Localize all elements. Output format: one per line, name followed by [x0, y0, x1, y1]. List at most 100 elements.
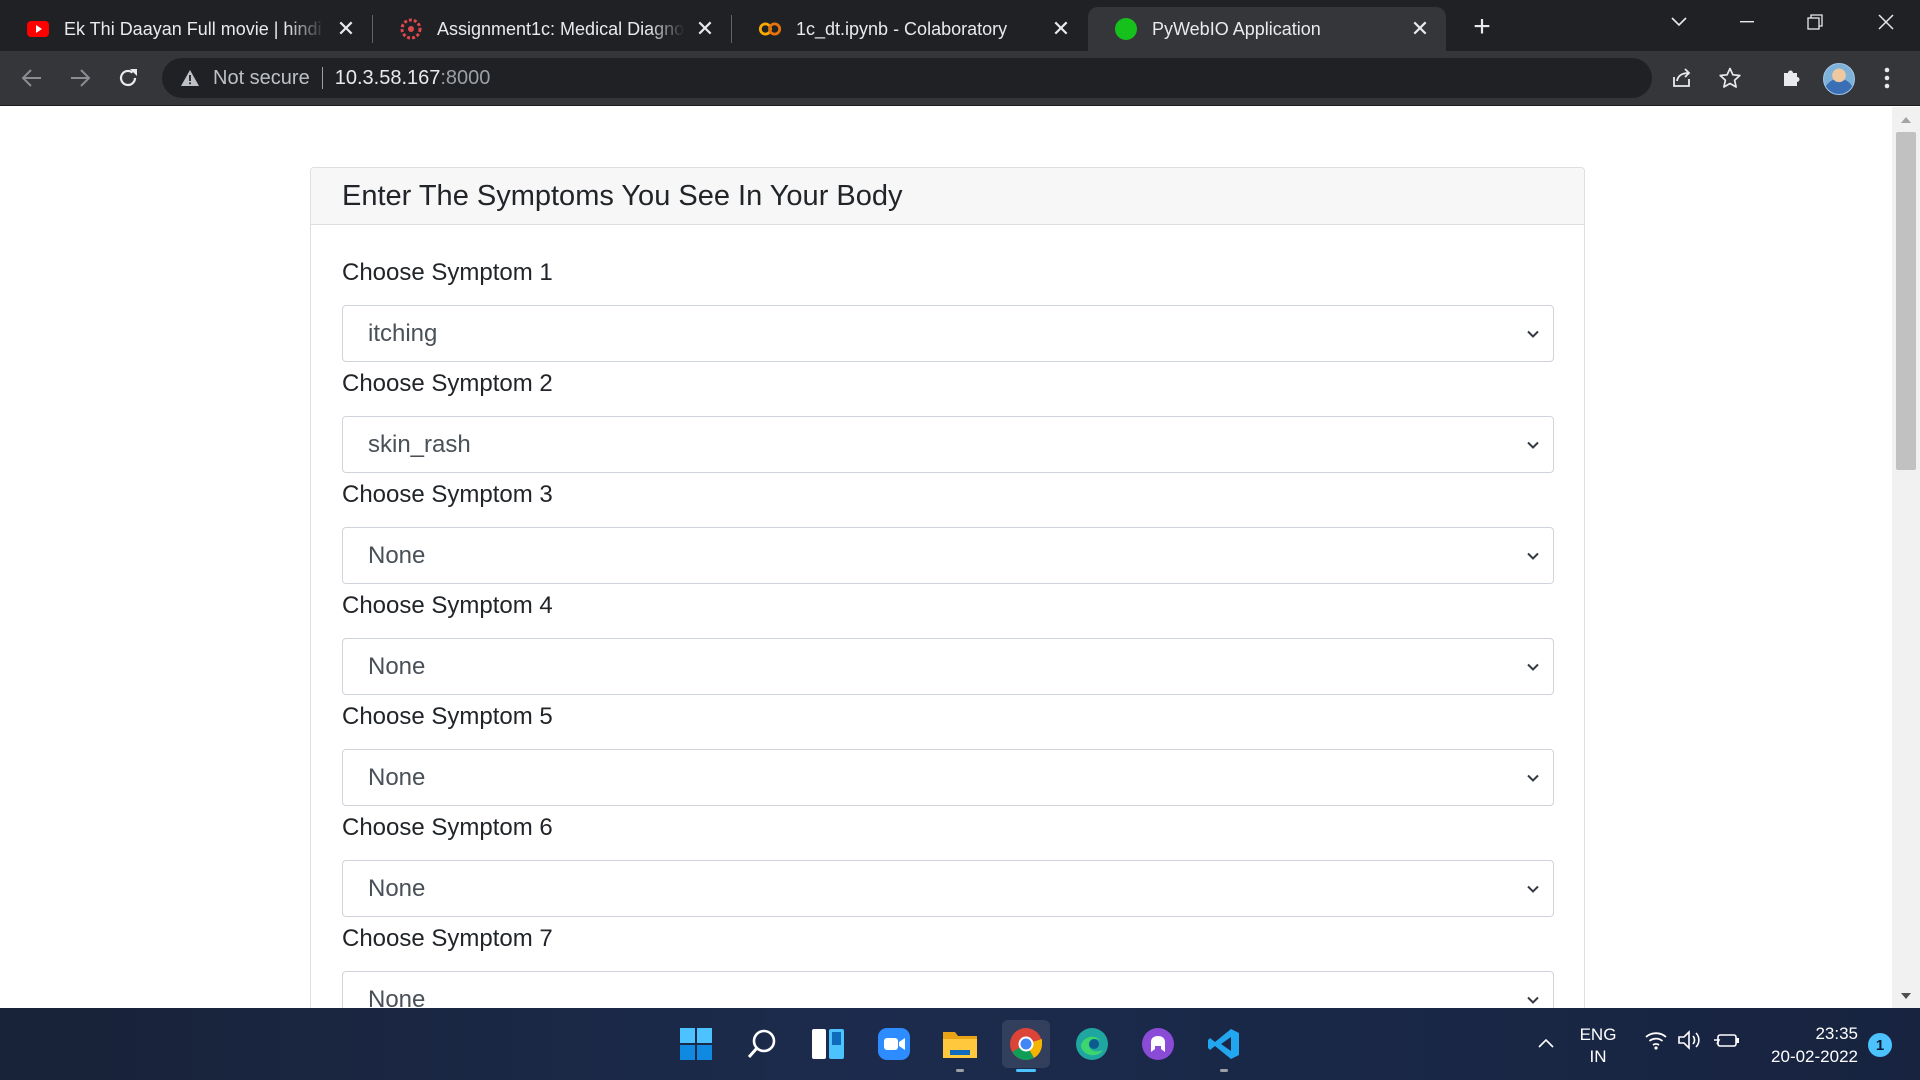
kebab-menu-icon [1884, 67, 1890, 89]
tab-assignment[interactable]: Assignment1c: Medical Diagnosis ✕ [373, 7, 731, 51]
zoom-app-button[interactable] [870, 1020, 918, 1068]
tab-title: Ek Thi Daayan Full movie | hindi Hor [64, 18, 326, 39]
start-button[interactable] [672, 1020, 720, 1068]
reload-button[interactable] [110, 60, 146, 96]
extensions-button[interactable] [1773, 60, 1809, 96]
symptom-3-select[interactable]: None [342, 527, 1554, 584]
github-desktop-button[interactable] [1134, 1020, 1182, 1068]
symptom-field-3: Choose Symptom 3 None [342, 479, 1554, 584]
running-indicator [1220, 1069, 1228, 1072]
close-tab-icon[interactable]: ✕ [693, 16, 717, 41]
forward-button[interactable] [62, 60, 98, 96]
widgets-button[interactable] [804, 1020, 852, 1068]
tab-youtube[interactable]: Ek Thi Daayan Full movie | hindi Hor ✕ [0, 7, 372, 51]
gear-circle-icon [399, 17, 423, 41]
reload-icon [119, 69, 137, 87]
file-explorer-button[interactable] [936, 1020, 984, 1068]
close-icon [1878, 14, 1894, 30]
chrome-icon [1010, 1028, 1042, 1061]
chevron-up-icon [1538, 1038, 1554, 1048]
minimize-icon [1740, 21, 1754, 23]
page-title: Enter The Symptoms You See In Your Body [342, 179, 903, 212]
bookmark-star-button[interactable] [1714, 62, 1746, 94]
restore-button[interactable] [1781, 0, 1849, 44]
zoom-icon [878, 1028, 910, 1060]
select-value: itching [368, 319, 438, 347]
field-label: Choose Symptom 2 [342, 370, 553, 397]
minimize-button[interactable] [1713, 0, 1781, 44]
clock[interactable]: 23:35 20-02-2022 [1758, 1022, 1858, 1068]
symptom-6-select[interactable]: None [342, 860, 1554, 917]
triangle-up-icon [1901, 117, 1911, 123]
close-tab-icon[interactable]: ✕ [1049, 16, 1073, 41]
show-hidden-icons-button[interactable] [1534, 1033, 1558, 1053]
symptom-field-1: Choose Symptom 1 itching [342, 257, 1554, 362]
symptom-7-select[interactable]: None [342, 971, 1554, 1008]
url-port[interactable]: :8000 [440, 67, 490, 90]
select-value: None [368, 652, 426, 680]
tab-search-button[interactable] [1645, 0, 1713, 44]
file-explorer-icon [943, 1032, 977, 1058]
field-label: Choose Symptom 3 [342, 481, 553, 508]
back-button[interactable] [14, 60, 50, 96]
chevron-down-icon [1527, 552, 1539, 560]
tab-pywebio[interactable]: PyWebIO Application ✕ [1088, 7, 1446, 51]
select-value: None [368, 874, 426, 902]
close-tab-icon[interactable]: ✕ [334, 16, 358, 41]
restore-icon [1807, 14, 1823, 30]
colab-icon [758, 17, 782, 41]
symptom-form-card: Enter The Symptoms You See In Your Body … [310, 167, 1585, 1008]
scroll-up-button[interactable] [1896, 110, 1916, 130]
new-tab-button[interactable]: + [1465, 10, 1499, 44]
green-dot-icon [1114, 17, 1138, 41]
symptom-field-5: Choose Symptom 5 None [342, 701, 1554, 806]
vscode-icon [1208, 1029, 1239, 1059]
wifi-icon[interactable] [1642, 1030, 1670, 1055]
share-button[interactable] [1666, 62, 1698, 94]
symptom-field-2: Choose Symptom 2 skin_rash [342, 368, 1554, 473]
language-indicator[interactable]: ENG IN [1572, 1024, 1624, 1068]
running-indicator [956, 1069, 964, 1072]
active-indicator [1016, 1069, 1036, 1072]
symptom-field-7: Choose Symptom 7 None [342, 923, 1554, 1008]
edge-button[interactable] [1068, 1020, 1116, 1068]
close-tab-icon[interactable]: ✕ [1408, 16, 1432, 41]
card-header: Enter The Symptoms You See In Your Body [311, 168, 1584, 225]
symptom-2-select[interactable]: skin_rash [342, 416, 1554, 473]
chevron-down-icon [1671, 17, 1687, 27]
scrollbar-thumb[interactable] [1896, 132, 1916, 470]
tab-title: 1c_dt.ipynb - Colaboratory [796, 18, 1008, 39]
volume-icon[interactable] [1676, 1030, 1704, 1055]
symptom-1-select[interactable]: itching [342, 305, 1554, 362]
clock-time: 23:35 [1815, 1024, 1858, 1043]
chevron-down-icon [1527, 441, 1539, 449]
chrome-taskbar-button[interactable] [1002, 1020, 1050, 1068]
battery-icon[interactable] [1712, 1030, 1742, 1055]
security-status-text[interactable]: Not secure [213, 67, 310, 90]
tab-colab[interactable]: 1c_dt.ipynb - Colaboratory ✕ [732, 7, 1087, 51]
scroll-down-button[interactable] [1896, 986, 1916, 1006]
taskbar-search-button[interactable] [738, 1020, 786, 1068]
close-window-button[interactable] [1852, 0, 1920, 44]
profile-avatar[interactable] [1823, 63, 1855, 95]
select-value: None [368, 985, 426, 1009]
field-label: Choose Symptom 6 [342, 814, 553, 841]
chevron-down-icon [1527, 885, 1539, 893]
address-divider [321, 67, 323, 89]
symptom-4-select[interactable]: None [342, 638, 1554, 695]
address-bar[interactable]: Not secure 10.3.58.167:8000 [162, 58, 1652, 98]
chevron-down-icon [1527, 663, 1539, 671]
warning-triangle-icon[interactable] [179, 67, 201, 89]
region-code: IN [1589, 1047, 1607, 1066]
url-host[interactable]: 10.3.58.167 [335, 67, 441, 90]
edge-icon [1076, 1028, 1108, 1060]
search-icon [747, 1029, 776, 1058]
vscode-button[interactable] [1200, 1020, 1248, 1068]
notification-badge[interactable]: 1 [1868, 1033, 1892, 1057]
tab-title: PyWebIO Application [1152, 18, 1321, 39]
symptom-5-select[interactable]: None [342, 749, 1554, 806]
chevron-down-icon [1527, 774, 1539, 782]
select-value: skin_rash [368, 430, 471, 458]
browser-menu-button[interactable] [1869, 60, 1905, 96]
field-label: Choose Symptom 5 [342, 703, 553, 730]
